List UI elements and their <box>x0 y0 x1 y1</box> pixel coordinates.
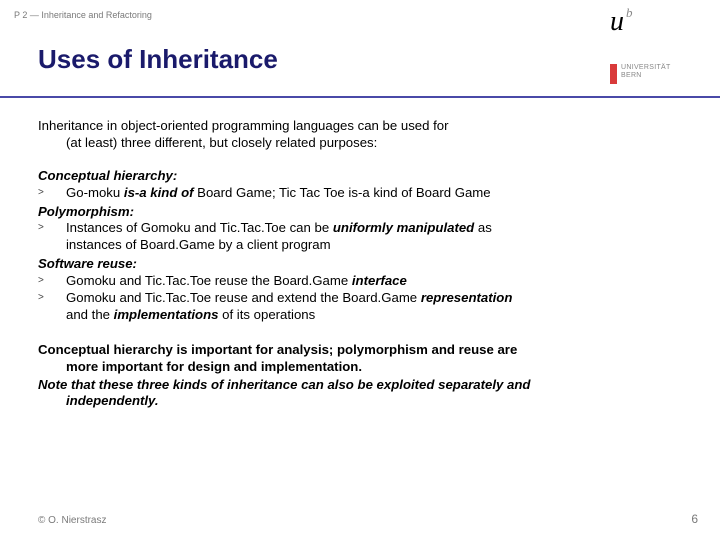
logo-letter-b: b <box>626 6 633 19</box>
heading-conceptual: Conceptual hierarchy: <box>38 168 692 185</box>
heading-polymorphism: Polymorphism: <box>38 204 692 221</box>
bullet-marker: > <box>38 290 66 324</box>
bullet-poly-1: > Instances of Gomoku and Tic.Tac.Toe ca… <box>38 220 692 254</box>
bullet-reuse-2: > Gomoku and Tic.Tac.Toe reuse and exten… <box>38 290 692 324</box>
bullet-marker: > <box>38 185 66 202</box>
university-logo: ub UNIVERSITÄTBERN <box>610 8 700 84</box>
header-label: P 2 — Inheritance and Refactoring <box>14 10 152 20</box>
logo-text: UNIVERSITÄTBERN <box>621 64 671 81</box>
intro-paragraph: Inheritance in object-oriented programmi… <box>38 118 692 152</box>
bullet-marker: > <box>38 273 66 290</box>
divider-rule <box>0 96 720 98</box>
page-number: 6 <box>691 512 698 526</box>
logo-letter-u: u <box>610 8 624 36</box>
slide-body: Inheritance in object-oriented programmi… <box>38 118 692 410</box>
closing-block: Conceptual hierarchy is important for an… <box>38 342 692 411</box>
bullet-conceptual-1: > Go-moku is-a kind of Board Game; Tic T… <box>38 185 692 202</box>
footer-copyright: © O. Nierstrasz <box>38 515 107 526</box>
logo-red-box <box>610 64 617 84</box>
bullet-reuse-1: > Gomoku and Tic.Tac.Toe reuse the Board… <box>38 273 692 290</box>
closing-paragraph: Conceptual hierarchy is important for an… <box>38 342 692 376</box>
bullet-marker: > <box>38 220 66 254</box>
closing-note: Note that these three kinds of inheritan… <box>38 377 692 411</box>
heading-reuse: Software reuse: <box>38 256 692 273</box>
slide-title: Uses of Inheritance <box>38 44 278 75</box>
